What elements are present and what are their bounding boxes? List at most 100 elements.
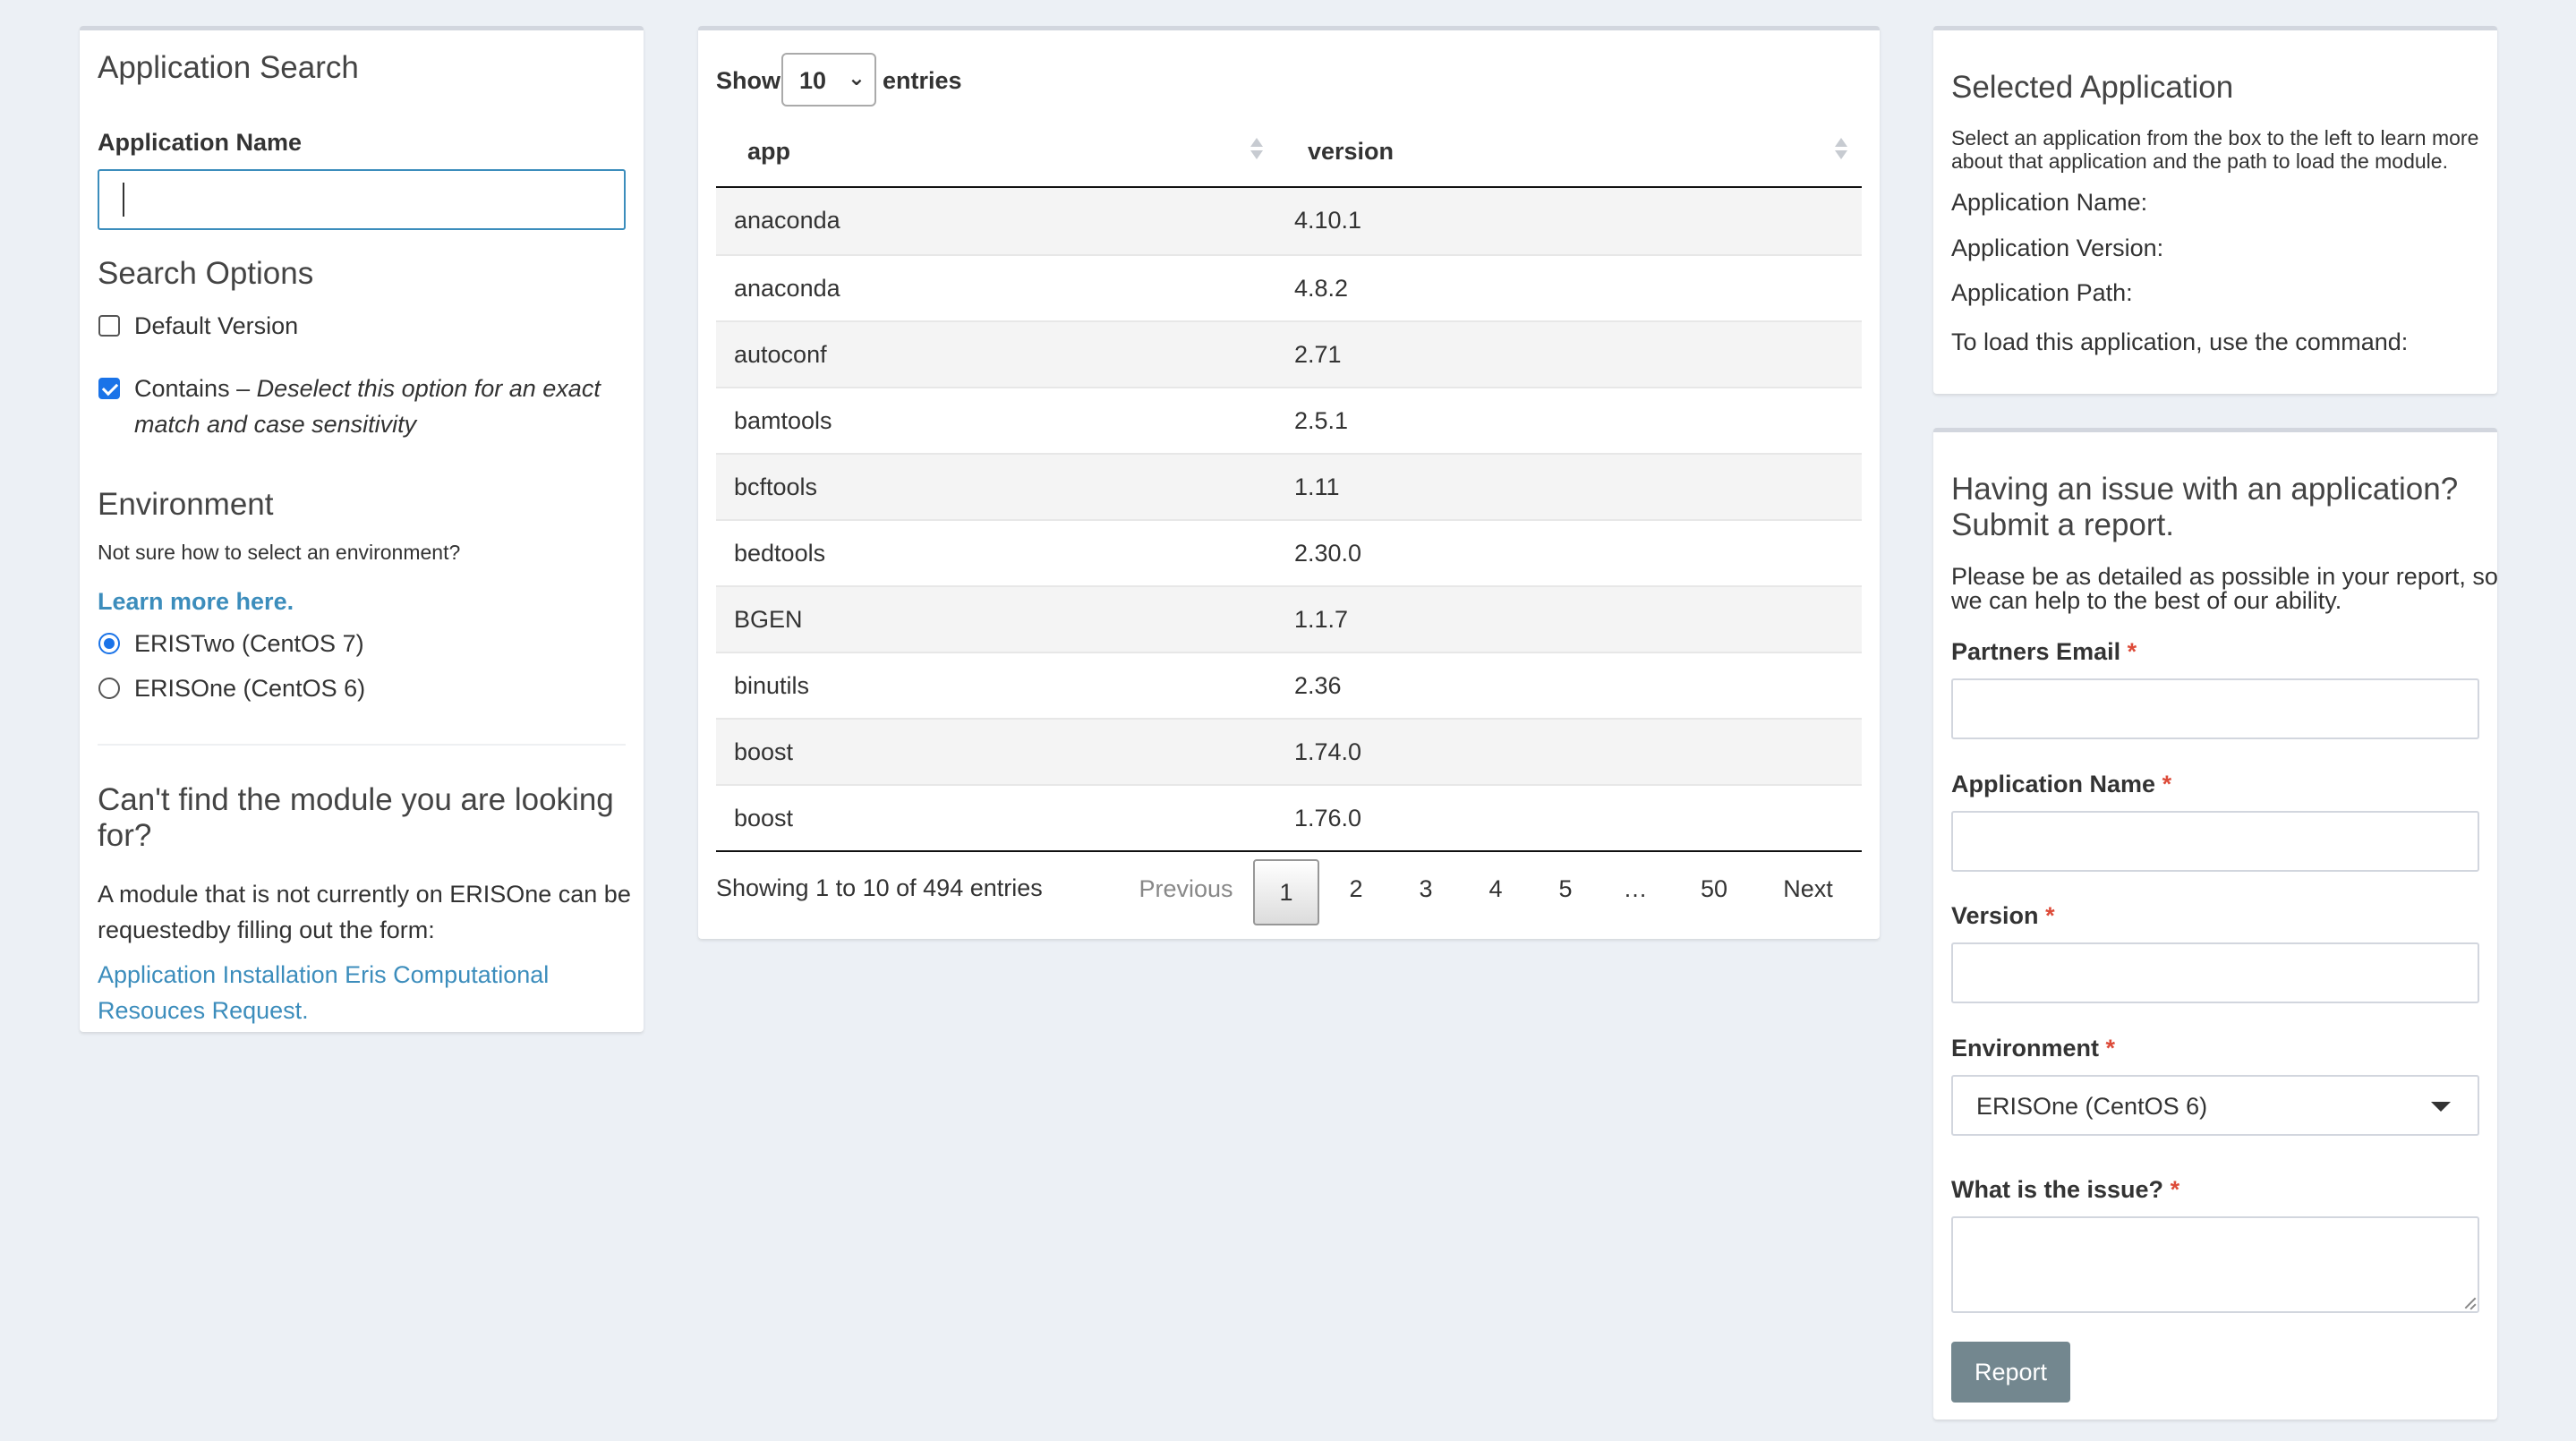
sort-icon[interactable]	[1250, 136, 1263, 163]
table-row[interactable]: anaconda 4.10.1	[716, 188, 1862, 254]
report-app-name-label-text: Application Name	[1951, 771, 2156, 797]
table-row[interactable]: boost 1.76.0	[716, 784, 1862, 850]
environment-selected-value: ERISOne (CentOS 6)	[1976, 1093, 2208, 1120]
report-title: Having an issue with an application?	[1951, 472, 2459, 507]
report-description-line2: we can help to the best of our ability.	[1951, 587, 2342, 614]
cell-app: autoconf	[734, 341, 827, 368]
cell-app: boost	[734, 738, 794, 765]
partners-email-label-text: Partners Email	[1951, 638, 2121, 665]
environment-title: Environment	[98, 487, 274, 522]
table-row[interactable]: bedtools 2.30.0	[716, 519, 1862, 585]
application-name-label: Application Name	[98, 129, 303, 156]
pagination-ellipsis: …	[1623, 875, 1648, 902]
issue-label: What is the issue? *	[1951, 1176, 2179, 1204]
resize-handle-icon[interactable]	[2463, 1297, 2476, 1309]
table-row[interactable]: bcftools 1.11	[716, 453, 1862, 519]
pagination-page-1[interactable]: 1	[1253, 859, 1319, 925]
report-app-name-label: Application Name *	[1951, 771, 2171, 798]
table-row[interactable]: binutils 2.36	[716, 652, 1862, 718]
contains-note-line2: match and case sensitivity	[134, 411, 417, 438]
application-name-input[interactable]	[98, 169, 626, 230]
table-row[interactable]: bamtools 2.5.1	[716, 387, 1862, 453]
required-mark: *	[2045, 902, 2055, 929]
pagination-previous[interactable]: Previous	[1128, 857, 1244, 920]
cell-version: 2.5.1	[1294, 407, 1349, 434]
cell-version: 1.1.7	[1294, 606, 1349, 633]
report-environment-select[interactable]: ERISOne (CentOS 6)	[1951, 1075, 2479, 1136]
partners-email-label: Partners Email *	[1951, 638, 2137, 666]
cell-app: bcftools	[734, 473, 818, 500]
table-row[interactable]: anaconda 4.8.2	[716, 254, 1862, 320]
entries-label: entries	[883, 67, 962, 94]
page-size-value: 10	[799, 67, 827, 94]
default-version-checkbox[interactable]	[98, 315, 120, 337]
selected-description: Select an application from the box to th…	[1951, 126, 2479, 149]
cell-app: binutils	[734, 672, 810, 699]
report-title-line2: Submit a report.	[1951, 507, 2174, 542]
partners-email-input[interactable]	[1951, 678, 2479, 739]
application-path-field: Application Path:	[1951, 279, 2133, 306]
selected-description-line2: about that application and the path to l…	[1951, 149, 2448, 173]
issue-textarea[interactable]	[1951, 1216, 2479, 1313]
text-caret	[123, 183, 124, 217]
issue-label-text: What is the issue?	[1951, 1176, 2164, 1203]
pagination-next[interactable]: Next	[1763, 857, 1853, 920]
report-version-label: Version *	[1951, 902, 2055, 930]
table-bottom-border	[716, 850, 1862, 852]
request-text-line2: requestedby filling out the form:	[98, 917, 435, 943]
pagination-page-2[interactable]: 2	[1323, 857, 1389, 920]
cell-version: 2.36	[1294, 672, 1342, 699]
cell-version: 4.8.2	[1294, 275, 1349, 302]
selected-application-panel: Selected Application Select an applicati…	[1933, 26, 2497, 394]
selected-title: Selected Application	[1951, 70, 2234, 105]
panel-title: Application Search	[98, 50, 359, 85]
report-version-input[interactable]	[1951, 942, 2479, 1003]
report-environment-label: Environment *	[1951, 1035, 2115, 1062]
column-header-app[interactable]: app	[747, 138, 790, 166]
pagination-page-4[interactable]: 4	[1463, 857, 1529, 920]
report-version-label-text: Version	[1951, 902, 2039, 929]
column-header-version[interactable]: version	[1308, 138, 1394, 166]
cell-version: 1.76.0	[1294, 805, 1362, 831]
radio-erisone[interactable]	[98, 678, 120, 699]
application-table-panel: Show 10 ⌄ entries app version anaconda 4…	[698, 26, 1880, 939]
cell-version: 4.10.1	[1294, 207, 1362, 234]
report-submit-button[interactable]: Report	[1951, 1342, 2070, 1403]
pagination-page-3[interactable]: 3	[1393, 857, 1459, 920]
pagination-page-5[interactable]: 5	[1532, 857, 1599, 920]
application-search-panel: Application Search Application Name Sear…	[80, 26, 644, 1032]
table-info: Showing 1 to 10 of 494 entries	[716, 874, 1043, 901]
cell-app: boost	[734, 805, 794, 831]
table-row[interactable]: BGEN 1.1.7	[716, 585, 1862, 652]
request-form-link-line2[interactable]: Resouces Request.	[98, 993, 309, 1028]
request-form-link[interactable]: Application Installation Eris Computatio…	[98, 957, 549, 993]
required-mark: *	[2170, 1176, 2180, 1203]
cell-app: anaconda	[734, 275, 840, 302]
show-label: Show	[716, 67, 780, 94]
cell-version: 2.30.0	[1294, 540, 1362, 567]
cell-version: 1.74.0	[1294, 738, 1362, 765]
cant-find-title: Can't find the module you are looking	[98, 782, 614, 817]
radio-eristwo[interactable]	[98, 633, 120, 654]
cell-version: 1.11	[1294, 473, 1340, 500]
page-size-select[interactable]: 10 ⌄	[781, 53, 876, 107]
required-mark: *	[2162, 771, 2172, 797]
sort-icon[interactable]	[1835, 136, 1847, 163]
load-command-field: To load this application, use the comman…	[1951, 328, 2409, 355]
cell-app: anaconda	[734, 207, 840, 234]
request-text: A module that is not currently on ERISOn…	[98, 881, 631, 908]
report-issue-panel: Having an issue with an application? Sub…	[1933, 428, 2498, 1420]
application-name-field: Application Name:	[1951, 189, 2148, 216]
contains-label-text: Contains	[134, 375, 230, 402]
report-app-name-input[interactable]	[1951, 811, 2479, 872]
caret-down-icon	[2431, 1102, 2451, 1112]
learn-more-link[interactable]: Learn more here.	[98, 584, 294, 619]
search-options-title: Search Options	[98, 256, 314, 291]
cell-app: bedtools	[734, 540, 826, 567]
required-mark: *	[2127, 638, 2137, 665]
contains-checkbox[interactable]	[98, 378, 120, 399]
table-row[interactable]: boost 1.74.0	[716, 718, 1862, 784]
table-row[interactable]: autoconf 2.71	[716, 320, 1862, 387]
pagination-page-50[interactable]: 50	[1674, 857, 1754, 920]
default-version-label: Default Version	[134, 312, 299, 339]
